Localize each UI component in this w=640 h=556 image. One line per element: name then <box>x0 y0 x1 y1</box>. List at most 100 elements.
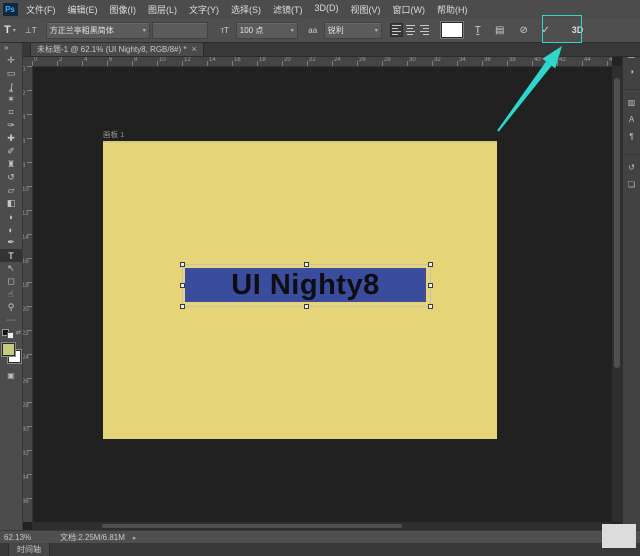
menu-item[interactable]: 帮助(H) <box>431 3 474 16</box>
menu-item[interactable]: 图像(I) <box>104 3 143 16</box>
ruler-tick: 10 <box>157 56 182 66</box>
swap-colors-icon[interactable]: ⇄ <box>16 329 21 339</box>
lasso-tool-icon[interactable]: ʆ <box>0 80 22 93</box>
chevron-down-icon: ▾ <box>291 27 294 34</box>
path-selection-tool-icon[interactable]: ↖ <box>0 262 22 275</box>
ruler-tick: 22 <box>22 330 32 354</box>
vertical-scrollbar[interactable] <box>612 66 622 522</box>
cancel-edits-icon[interactable]: ⊘ <box>517 22 531 38</box>
ruler-tick: 12 <box>22 210 32 234</box>
transform-handle[interactable] <box>180 304 185 309</box>
text-color-swatch[interactable] <box>441 22 463 38</box>
tool-preset-picker[interactable]: T ▾ <box>4 24 16 36</box>
screen-mode-icon[interactable]: ▣ <box>7 371 15 380</box>
history-panel-icon[interactable]: ↺ <box>623 154 640 176</box>
toolbox-collapse-icon[interactable]: » <box>0 42 8 54</box>
move-tool-icon[interactable]: ✛ <box>0 54 22 67</box>
ruler-tick: 4 <box>22 114 32 138</box>
artboard-label[interactable]: 画板 1 <box>103 129 124 140</box>
ruler-tick: 8 <box>22 162 32 186</box>
history-brush-tool-icon[interactable]: ↺ <box>0 171 22 184</box>
menu-item[interactable]: 文字(Y) <box>183 3 225 16</box>
menu-item[interactable]: 图层(L) <box>142 3 183 16</box>
transform-handle[interactable] <box>428 283 433 288</box>
status-chevron-icon[interactable]: ▸ <box>133 534 137 542</box>
transform-handle[interactable] <box>304 262 309 267</box>
menu-item[interactable]: 编辑(E) <box>62 3 104 16</box>
zoom-level-field[interactable]: 62.13% <box>4 533 48 542</box>
menu-item[interactable]: 选择(S) <box>225 3 267 16</box>
transform-handle[interactable] <box>180 283 185 288</box>
dodge-tool-icon[interactable]: ◐ <box>0 223 22 236</box>
layers-panel-icon[interactable]: ❏ <box>623 176 640 193</box>
artboard-canvas[interactable]: UI Nighty8 <box>103 141 497 439</box>
gradient-tool-icon[interactable]: ◧ <box>0 197 22 210</box>
ruler-tick: 36 <box>482 56 507 66</box>
transform-handle[interactable] <box>180 262 185 267</box>
ruler-tick: 40 <box>532 56 557 66</box>
document-tab-bar: 未标题-1 @ 62.1% (UI Nighty8, RGB/8#) * × <box>22 42 640 57</box>
align-left-button[interactable] <box>390 23 403 37</box>
blur-tool-icon[interactable]: ◗ <box>0 210 22 223</box>
horizontal-scrollbar[interactable] <box>32 522 612 530</box>
quick-selection-tool-icon[interactable]: ✶ <box>0 93 22 106</box>
zoom-tool-icon[interactable]: ⚲ <box>0 301 22 314</box>
eraser-tool-icon[interactable]: ▱ <box>0 184 22 197</box>
font-size-value: 100 点 <box>240 25 264 36</box>
default-colors-icon[interactable]: ⇄ <box>0 329 22 339</box>
font-size-select[interactable]: 100 点 ▾ <box>236 22 298 39</box>
align-center-button[interactable] <box>404 23 417 37</box>
chevron-down-icon: ▾ <box>143 27 146 34</box>
transform-handle[interactable] <box>428 262 433 267</box>
transform-handle[interactable] <box>428 304 433 309</box>
3d-button[interactable]: 3D <box>565 24 591 36</box>
foreground-color-swatch[interactable] <box>2 343 15 356</box>
font-size-icon: ᴛT <box>218 22 232 38</box>
align-right-button[interactable] <box>418 23 431 37</box>
warp-text-icon[interactable]: T̰ <box>471 22 485 38</box>
marquee-tool-icon[interactable]: ▭ <box>0 67 22 80</box>
ruler-tick: 6 <box>22 138 32 162</box>
adjustments-panel-icon[interactable]: ◑ <box>623 63 640 80</box>
anti-alias-select[interactable]: 锐利 ▾ <box>324 22 382 39</box>
ruler-tick: 32 <box>432 56 457 66</box>
menu-item[interactable]: 窗口(W) <box>387 3 432 16</box>
character-panel-icon[interactable]: A <box>623 111 640 128</box>
toggle-panels-icon[interactable]: ▤ <box>493 22 507 38</box>
crop-tool-icon[interactable]: ⌗ <box>0 106 22 119</box>
ruler-tick: 16 <box>232 56 257 66</box>
libraries-panel-icon[interactable]: ▥ <box>623 89 640 111</box>
hand-tool-icon[interactable]: ☝ <box>0 288 22 301</box>
ruler-tick: 30 <box>407 56 432 66</box>
pen-tool-icon[interactable]: ✒ <box>0 236 22 249</box>
menu-item[interactable]: 滤镜(T) <box>267 3 309 16</box>
ruler-tick: 6 <box>107 56 132 66</box>
ruler-tick: 2 <box>57 56 82 66</box>
eyedropper-tool-icon[interactable]: ✑ <box>0 119 22 132</box>
text-orientation-icon[interactable]: ⊥T <box>24 22 38 38</box>
clone-stamp-tool-icon[interactable]: ♜ <box>0 158 22 171</box>
menu-item[interactable]: 3D(D) <box>309 3 345 16</box>
font-family-select[interactable]: 方正兰亭粗黑简体 ▾ <box>46 22 150 39</box>
ruler-tick: 26 <box>357 56 382 66</box>
horizontal-scrollbar-thumb[interactable] <box>102 524 402 528</box>
healing-brush-tool-icon[interactable]: ✚ <box>0 132 22 145</box>
ruler-tick: 28 <box>382 56 407 66</box>
tab-timeline[interactable]: 时间轴 <box>8 543 50 556</box>
type-tool-icon[interactable]: T <box>0 249 22 262</box>
vertical-scrollbar-thumb[interactable] <box>614 78 620 368</box>
paragraph-panel-icon[interactable]: ¶ <box>623 128 640 145</box>
transform-handle[interactable] <box>304 304 309 309</box>
brush-tool-icon[interactable]: ✐ <box>0 145 22 158</box>
shape-tool-icon[interactable]: ◻ <box>0 275 22 288</box>
document-tab[interactable]: 未标题-1 @ 62.1% (UI Nighty8, RGB/8#) * × <box>30 42 204 56</box>
close-icon[interactable]: × <box>192 44 197 54</box>
font-style-select[interactable] <box>152 22 208 39</box>
vertical-ruler: 02468101214161820222426283032343638 <box>22 66 33 522</box>
menu-item[interactable]: 视图(V) <box>345 3 387 16</box>
more-tools-icon[interactable]: ⋯ <box>0 314 22 327</box>
transform-bounding-box[interactable] <box>182 264 431 307</box>
ruler-tick: 24 <box>22 354 32 378</box>
menu-item[interactable]: 文件(F) <box>20 3 62 16</box>
commit-edits-icon[interactable]: ✓ <box>539 22 553 38</box>
